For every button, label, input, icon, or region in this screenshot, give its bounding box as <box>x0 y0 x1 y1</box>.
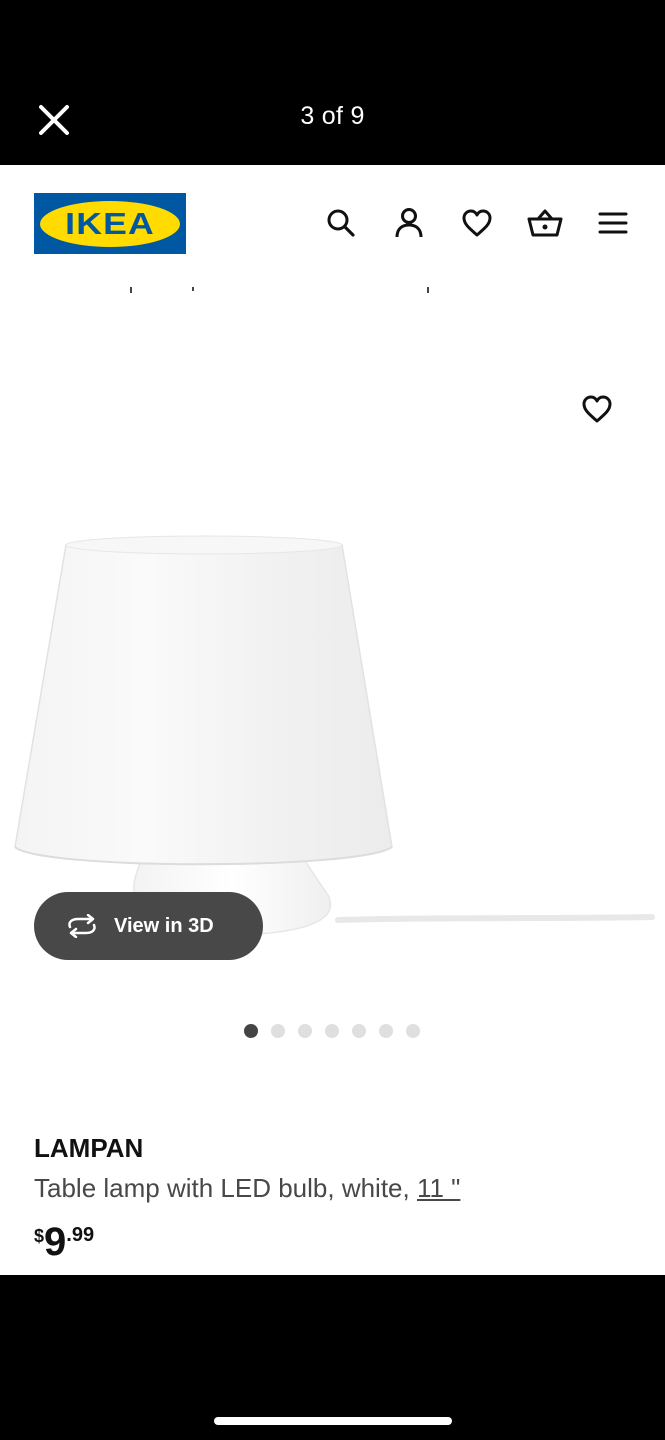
site-header: IKEA <box>0 165 665 283</box>
gallery-dot[interactable] <box>297 1024 312 1038</box>
ikea-logo[interactable]: IKEA <box>34 193 186 254</box>
search-icon <box>327 209 355 237</box>
image-viewer-bar: 3 of 9 <box>0 0 665 165</box>
image-counter: 3 of 9 <box>300 102 365 130</box>
search-button[interactable] <box>323 205 359 241</box>
product-size-link[interactable]: 11 " <box>417 1173 460 1203</box>
gallery-dot[interactable] <box>243 1024 258 1038</box>
product-description: Table lamp with LED bulb, white, 11 " <box>34 1173 460 1204</box>
gallery-dot[interactable] <box>351 1024 366 1038</box>
gallery-dot[interactable] <box>270 1024 285 1038</box>
favorites-button[interactable] <box>459 205 495 241</box>
product-name: LAMPAN <box>34 1133 144 1163</box>
price-decimal: .99 <box>66 1224 95 1246</box>
view-in-3d-label: View in 3D <box>114 914 214 937</box>
gallery-dot[interactable] <box>405 1024 420 1038</box>
gallery-dot[interactable] <box>324 1024 339 1038</box>
user-icon <box>395 208 423 238</box>
product-description-text: Table lamp with LED bulb, white, <box>34 1173 417 1203</box>
view-in-3d-button[interactable]: View in 3D <box>34 892 263 960</box>
price-integer: 9 <box>44 1220 67 1264</box>
lamp-image <box>14 535 655 936</box>
gallery-pagination <box>0 1024 665 1038</box>
home-indicator[interactable] <box>214 1417 452 1425</box>
heart-icon <box>462 209 492 237</box>
logo-oval: IKEA <box>40 200 180 247</box>
menu-button[interactable] <box>595 205 631 241</box>
product-image[interactable] <box>0 335 665 985</box>
product-price: $ 9 .99 <box>34 1222 94 1262</box>
gallery-dot[interactable] <box>378 1024 393 1038</box>
cropped-text-fragment <box>130 287 132 293</box>
cart-button[interactable] <box>527 205 563 241</box>
rotate-3d-icon <box>68 914 96 938</box>
screenshot-frame: IKEA View in 3D LAMPAN Table lamp with L… <box>0 165 665 1275</box>
menu-icon <box>598 212 628 234</box>
heart-icon <box>582 395 612 423</box>
logo-text: IKEA <box>65 205 155 241</box>
cropped-text-fragment <box>427 287 429 293</box>
basket-icon <box>527 209 563 237</box>
add-to-favorites-button[interactable] <box>578 392 616 426</box>
account-button[interactable] <box>391 205 427 241</box>
cropped-text-fragment <box>192 287 194 291</box>
price-currency: $ <box>34 1226 45 1246</box>
